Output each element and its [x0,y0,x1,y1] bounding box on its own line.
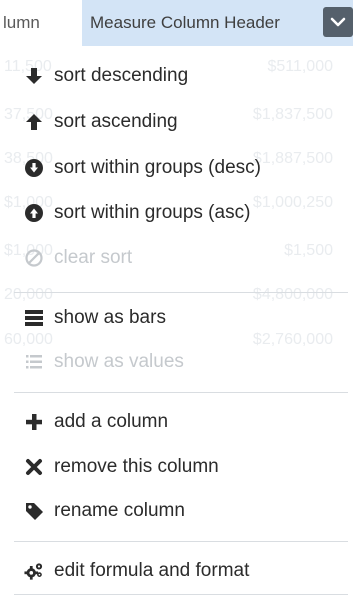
menu-item-add-column[interactable]: add a column [0,402,353,442]
column-options-menu: sort descending sort ascending sort with… [0,46,353,596]
arrow-down-icon [24,66,44,86]
menu-item-label: edit formula and format [54,560,250,581]
menu-item-show-as-bars[interactable]: show as bars [0,298,353,338]
menu-item-label: sort within groups (asc) [54,202,251,223]
menu-divider [14,292,348,293]
previous-column-label: lumn [3,13,40,32]
menu-divider [14,392,348,393]
menu-item-label: show as bars [54,307,166,328]
menu-item-rename-column[interactable]: rename column [0,491,353,531]
previous-column-header[interactable]: lumn [0,0,82,46]
circle-arrow-down-icon [24,158,44,178]
circle-arrow-up-icon [24,203,44,223]
menu-item-edit-formula[interactable]: edit formula and format [0,551,353,591]
measure-column-header[interactable]: Measure Column Header [82,0,353,46]
menu-item-label: remove this column [54,456,219,477]
menu-divider [14,594,348,595]
plus-icon [24,412,44,432]
list-icon [24,352,44,372]
bars-icon [24,308,44,328]
ban-icon [24,248,44,268]
column-header: lumn Measure Column Header [0,0,353,46]
menu-item-label: rename column [54,500,185,521]
menu-item-label: sort descending [54,65,189,86]
menu-item-label: sort within groups (desc) [54,157,261,178]
menu-item-sort-ascending[interactable]: sort ascending [0,102,353,142]
menu-item-label: clear sort [54,247,133,268]
gears-icon [24,561,44,581]
measure-column-label: Measure Column Header [90,13,280,32]
menu-item-label: sort ascending [54,111,178,132]
chevron-down-icon [330,17,346,27]
column-menu-button[interactable] [323,7,353,37]
menu-item-label: add a column [54,411,169,432]
menu-item-clear-sort[interactable]: clear sort [0,238,353,278]
menu-item-sort-within-groups-asc[interactable]: sort within groups (asc) [0,193,353,233]
tag-icon [24,501,44,521]
arrow-up-icon [24,112,44,132]
menu-divider [14,541,348,542]
menu-item-remove-column[interactable]: remove this column [0,447,353,487]
menu-item-sort-within-groups-desc[interactable]: sort within groups (desc) [0,148,353,188]
menu-item-label: show as values [54,351,184,372]
menu-item-sort-descending[interactable]: sort descending [0,56,353,96]
menu-item-show-as-values[interactable]: show as values [0,342,353,382]
x-icon [24,457,44,477]
